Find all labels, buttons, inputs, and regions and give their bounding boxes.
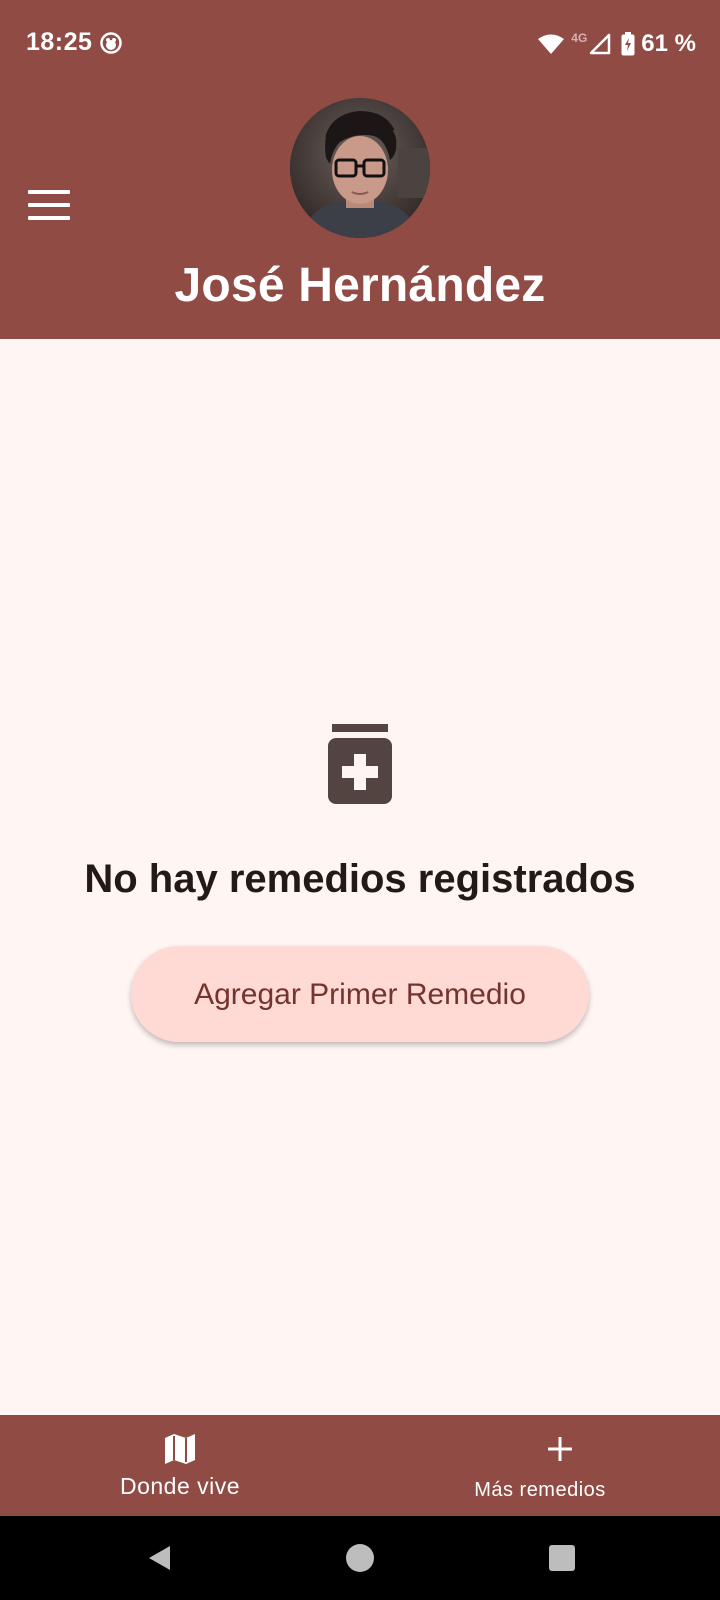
battery-percentage: 61 % xyxy=(641,30,696,57)
avatar[interactable] xyxy=(290,98,430,238)
nav-item-donde-vive[interactable]: Donde vive xyxy=(0,1415,360,1516)
hamburger-menu-icon[interactable] xyxy=(20,184,76,228)
nav-label-donde-vive: Donde vive xyxy=(119,1473,241,1499)
bottom-navigation: Donde vive Más remedios xyxy=(0,1415,720,1516)
wifi-icon xyxy=(538,34,565,54)
avatar-photo xyxy=(290,98,430,238)
nav-item-mas-remedios[interactable]: Más remedios xyxy=(360,1415,720,1516)
status-bar: 18:25 4G 61 % xyxy=(0,0,720,88)
status-icons: 4G 61 % xyxy=(537,28,696,60)
recents-icon[interactable] xyxy=(546,1542,578,1574)
empty-message: No hay remedios registrados xyxy=(84,857,636,901)
system-navigation-bar xyxy=(0,1516,720,1600)
profile-header: José Hernández xyxy=(0,88,720,339)
signal-icon xyxy=(590,33,611,55)
app-notification-icon xyxy=(100,32,122,54)
add-first-remedy-button[interactable]: Agregar Primer Remedio xyxy=(131,946,589,1042)
user-name: José Hernández xyxy=(174,259,546,312)
nav-label-mas-remedios: Más remedios xyxy=(474,1479,606,1501)
home-icon[interactable] xyxy=(344,1542,376,1574)
network-type: 4G xyxy=(571,31,588,45)
map-icon xyxy=(165,1434,195,1464)
medicine-bottle-icon xyxy=(328,724,392,804)
back-icon[interactable] xyxy=(144,1542,176,1574)
plus-icon xyxy=(548,1437,572,1461)
status-time: 18:25 xyxy=(26,28,93,56)
battery-charging-icon xyxy=(621,32,635,56)
